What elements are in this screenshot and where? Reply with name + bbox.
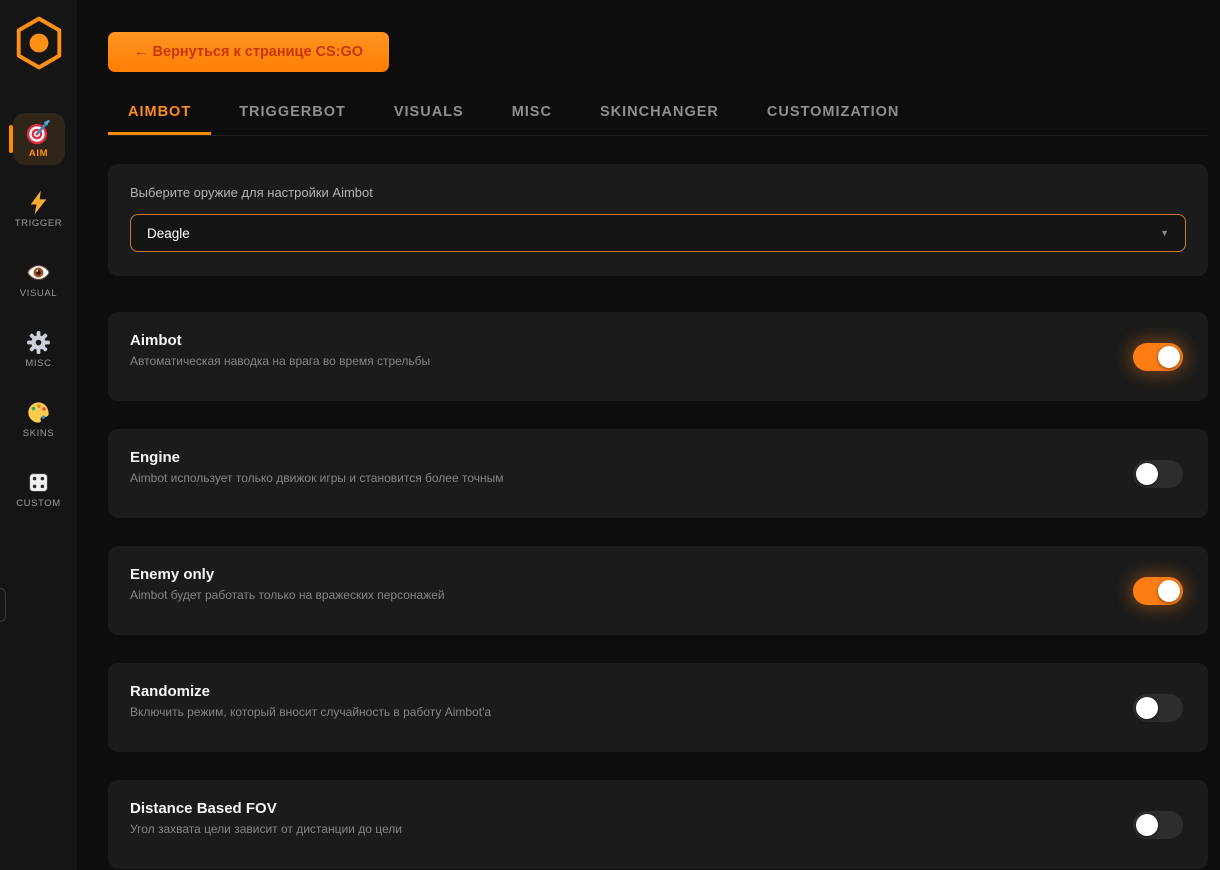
- setting-card-engine: Engine Aimbot использует только движок и…: [108, 429, 1208, 518]
- tab-bar: AIMBOT TRIGGERBOT VISUALS MISC SKINCHANG…: [108, 94, 1208, 136]
- setting-description: Угол захвата цели зависит от дистанции д…: [130, 822, 402, 836]
- weapon-select-value: Deagle: [147, 226, 190, 241]
- target-dart-icon: [26, 120, 51, 145]
- sidebar-item-label: VISUAL: [20, 288, 57, 299]
- palette-icon: [26, 400, 51, 425]
- sidebar-item-aim[interactable]: AIM: [13, 113, 65, 165]
- setting-description: Aimbot использует только движок игры и с…: [130, 471, 504, 485]
- sidebar-item-label: AIM: [29, 148, 48, 159]
- setting-text: Distance Based FOV Угол захвата цели зав…: [130, 800, 402, 836]
- toggle-knob: [1136, 463, 1158, 485]
- gear-icon: [26, 330, 51, 355]
- tab-aimbot[interactable]: AIMBOT: [108, 94, 211, 135]
- sidebar-item-trigger[interactable]: TRIGGER: [13, 183, 65, 235]
- setting-title: Randomize: [130, 683, 491, 700]
- tab-customization[interactable]: CUSTOMIZATION: [747, 94, 919, 135]
- setting-description: Aimbot будет работать только на вражески…: [130, 588, 445, 602]
- weapon-select-card: Выберите оружие для настройки Aimbot Dea…: [108, 164, 1208, 276]
- chevron-down-icon: ▼: [1160, 228, 1169, 238]
- distance-based-fov-toggle[interactable]: [1133, 811, 1183, 839]
- setting-title: Engine: [130, 449, 504, 466]
- setting-description: Автоматическая наводка на врага во время…: [130, 354, 430, 368]
- setting-card-distance-based-fov: Distance Based FOV Угол захвата цели зав…: [108, 780, 1208, 869]
- tab-skinchanger[interactable]: SKINCHANGER: [580, 94, 739, 135]
- setting-title: Enemy only: [130, 566, 445, 583]
- sidebar-item-skins[interactable]: SKINS: [13, 393, 65, 445]
- sidebar-item-label: TRIGGER: [15, 218, 62, 229]
- setting-title: Distance Based FOV: [130, 800, 402, 817]
- sidebar-nav: AIM TRIGGER: [13, 113, 65, 515]
- setting-text: Randomize Включить режим, который вносит…: [130, 683, 491, 719]
- setting-card-aimbot: Aimbot Автоматическая наводка на врага в…: [108, 312, 1208, 401]
- sidebar-item-misc[interactable]: MISC: [13, 323, 65, 375]
- tab-visuals[interactable]: VISUALS: [374, 94, 484, 135]
- weapon-select[interactable]: Deagle ▼: [130, 214, 1186, 252]
- weapon-select-label: Выберите оружие для настройки Aimbot: [130, 185, 1186, 200]
- aimbot-toggle[interactable]: [1133, 343, 1183, 371]
- app-window: AIM TRIGGER: [0, 0, 1220, 870]
- engine-toggle[interactable]: [1133, 460, 1183, 488]
- setting-card-randomize: Randomize Включить режим, который вносит…: [108, 663, 1208, 752]
- sidebar: AIM TRIGGER: [0, 0, 78, 870]
- tab-misc[interactable]: MISC: [492, 94, 572, 135]
- setting-text: Engine Aimbot использует только движок и…: [130, 449, 504, 485]
- setting-title: Aimbot: [130, 332, 430, 349]
- toggle-knob: [1158, 580, 1180, 602]
- sidebar-item-label: MISC: [25, 358, 51, 369]
- hexagon-logo-icon: [13, 15, 65, 71]
- tab-triggerbot[interactable]: TRIGGERBOT: [219, 94, 366, 135]
- sidebar-item-visual[interactable]: VISUAL: [13, 253, 65, 305]
- main-content: ← Вернуться к странице CS:GO AIMBOT TRIG…: [78, 0, 1220, 870]
- toggle-knob: [1136, 814, 1158, 836]
- sidebar-item-label: SKINS: [23, 428, 55, 439]
- randomize-toggle[interactable]: [1133, 694, 1183, 722]
- app-logo[interactable]: [13, 15, 65, 71]
- eye-icon: [26, 260, 51, 285]
- enemy-only-toggle[interactable]: [1133, 577, 1183, 605]
- lightning-icon: [26, 190, 51, 215]
- setting-text: Aimbot Автоматическая наводка на врага в…: [130, 332, 430, 368]
- toggle-knob: [1136, 697, 1158, 719]
- toggle-knob: [1158, 346, 1180, 368]
- setting-text: Enemy only Aimbot будет работать только …: [130, 566, 445, 602]
- drawer-handle[interactable]: [0, 588, 6, 622]
- dice-icon: [26, 470, 51, 495]
- sidebar-item-custom[interactable]: CUSTOM: [13, 463, 65, 515]
- setting-description: Включить режим, который вносит случайнос…: [130, 705, 491, 719]
- back-to-csgo-button[interactable]: ← Вернуться к странице CS:GO: [108, 32, 389, 72]
- setting-card-enemy-only: Enemy only Aimbot будет работать только …: [108, 546, 1208, 635]
- sidebar-item-label: CUSTOM: [16, 498, 61, 509]
